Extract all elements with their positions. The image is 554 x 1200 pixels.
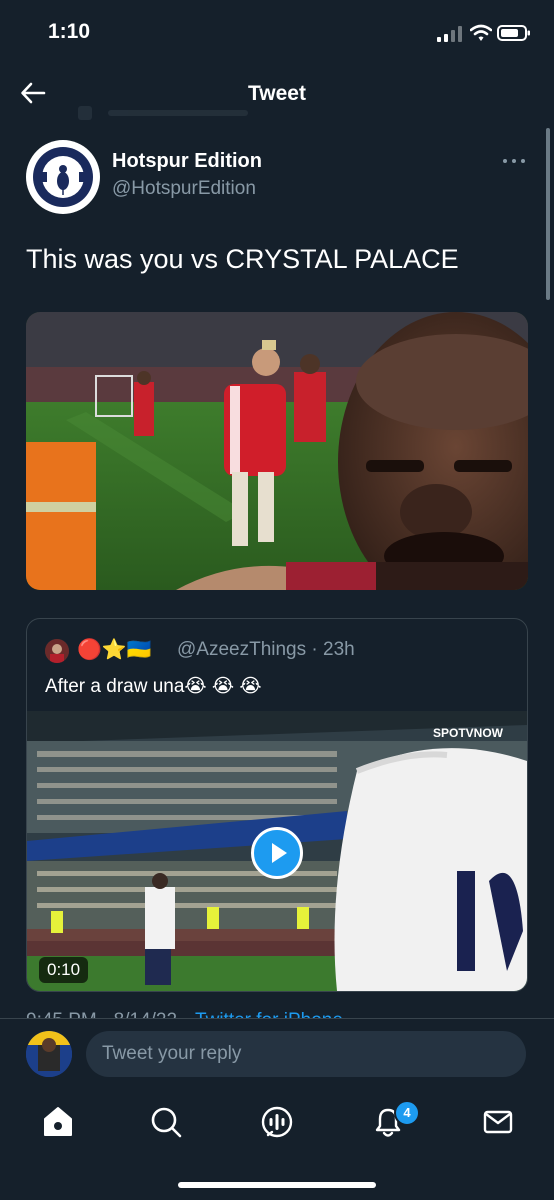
home-indicator[interactable] — [178, 1182, 376, 1188]
video-duration: 0:10 — [39, 957, 89, 983]
avatar-image — [26, 1031, 72, 1077]
search-icon[interactable] — [146, 1102, 186, 1142]
tweet-image[interactable] — [26, 312, 528, 590]
quoted-author-name[interactable]: 🔴⭐🇺🇦 — [77, 637, 152, 663]
top-bar: Tweet — [0, 66, 554, 124]
home-icon[interactable] — [38, 1102, 78, 1142]
page-title: Tweet — [248, 82, 306, 105]
scrollbar[interactable] — [546, 128, 550, 300]
club-crest-icon — [27, 141, 99, 213]
battery-icon — [497, 25, 530, 41]
reply-bar — [0, 1018, 554, 1091]
quoted-video[interactable]: SPOTVNOW 0:10 — [27, 711, 527, 991]
author-handle[interactable]: @HotspurEdition — [112, 178, 256, 200]
avatar-image — [45, 639, 69, 663]
author-name[interactable]: Hotspur Edition — [112, 150, 262, 173]
user-avatar[interactable] — [26, 1031, 72, 1077]
signal-icon — [437, 26, 462, 42]
messages-icon[interactable] — [478, 1102, 518, 1142]
broadcast-tag: SPOTVNOW — [433, 726, 504, 740]
status-bar: 1:10 — [0, 0, 554, 66]
author-avatar[interactable] — [26, 140, 100, 214]
tweet-text: This was you vs CRYSTAL PALACE — [26, 244, 459, 274]
status-time: 1:10 — [48, 20, 91, 43]
quoted-author-handle[interactable]: @AzeezThings · 23h — [177, 639, 355, 661]
reply-input[interactable] — [86, 1031, 526, 1077]
celebration-photo — [26, 312, 528, 590]
wifi-icon — [470, 24, 492, 41]
bottom-nav: 4 — [0, 1090, 554, 1200]
quoted-tweet[interactable]: 🔴⭐🇺🇦 @AzeezThings · 23h After a draw una… — [26, 618, 528, 992]
notifications-badge: 4 — [394, 1100, 420, 1126]
play-icon[interactable] — [251, 827, 303, 879]
spaces-icon[interactable] — [257, 1102, 297, 1142]
quoted-tweet-text: After a draw una😭 😭 😭 — [45, 676, 262, 697]
faded-header-context — [78, 106, 278, 120]
quoted-author-avatar[interactable] — [45, 639, 69, 663]
more-icon[interactable] — [500, 152, 530, 170]
